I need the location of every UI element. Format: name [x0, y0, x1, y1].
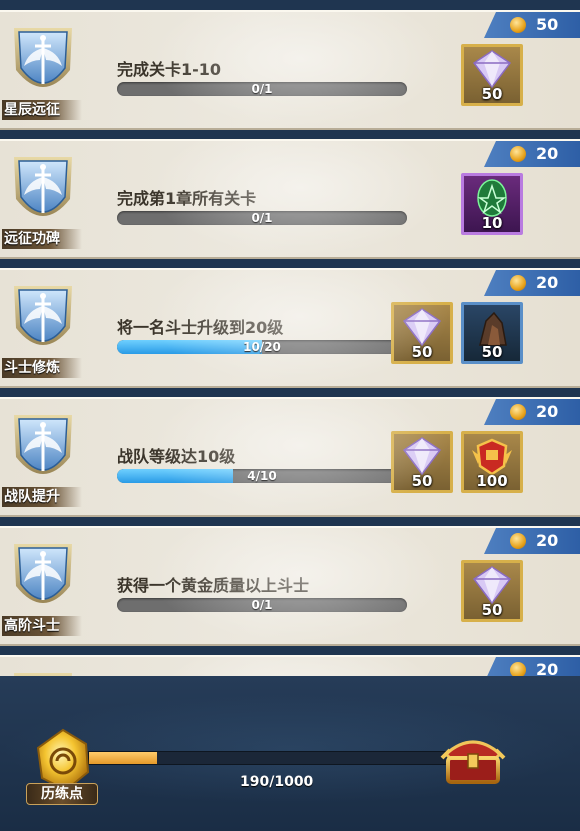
- task-title: 将一名斗士升级到20级: [117, 318, 284, 337]
- task-progress-bar: 0/1: [117, 82, 407, 96]
- category-emblem: 星辰远征: [2, 18, 84, 122]
- points-value: 20: [536, 531, 559, 550]
- reward-item[interactable]: 50: [391, 431, 453, 493]
- flame-coin-icon: [510, 17, 526, 33]
- experience-progress-fill: [89, 752, 158, 764]
- task-title: 战队等级达10级: [117, 447, 236, 466]
- category-label: 高阶斗士: [2, 616, 82, 636]
- reward-quantity: 50: [481, 85, 503, 103]
- experience-progress-bar: [88, 751, 450, 765]
- shield-wings-icon: [14, 415, 72, 474]
- task-title: 完成第1章所有关卡: [117, 189, 257, 208]
- reward-quantity: 50: [411, 472, 433, 490]
- task-card: 高阶斗士 获得一个黄金质量以上斗士 0/1 20 50: [0, 526, 580, 646]
- points-badge: 20: [484, 141, 580, 167]
- task-card: 斗士修炼 将一名斗士升级到20级 10/20 20 50 50: [0, 268, 580, 388]
- reward-item[interactable]: 10: [461, 173, 523, 235]
- task-progress-text: 0/1: [251, 598, 273, 612]
- category-label: 远征功碑: [2, 229, 82, 249]
- category-label: 斗士修炼: [2, 358, 82, 378]
- task-progress-text: 10/20: [243, 340, 281, 354]
- flame-coin-icon: [510, 533, 526, 549]
- reward-item[interactable]: 100: [461, 431, 523, 493]
- flame-coin-icon: [510, 275, 526, 291]
- task-card: 战队提升 战队等级达10级 4/10 20 50 100: [0, 397, 580, 517]
- task-progress-bar: 10/20: [117, 340, 407, 354]
- reward-item[interactable]: 50: [391, 302, 453, 364]
- task-title: 获得一个黄金质量以上斗士: [117, 576, 310, 595]
- category-emblem: 战队提升: [2, 405, 84, 509]
- task-card: 远征功碑 完成第1章所有关卡 0/1 20 10: [0, 139, 580, 259]
- points-badge: 20: [484, 399, 580, 425]
- reward-quantity: 50: [481, 601, 503, 619]
- task-progress-text: 0/1: [251, 82, 273, 96]
- points-value: 20: [536, 273, 559, 292]
- reward-quantity: 100: [476, 472, 508, 490]
- category-label: 星辰远征: [2, 100, 82, 120]
- shield-wings-icon: [14, 544, 72, 603]
- shield-wings-icon: [14, 28, 72, 87]
- task-title: 完成关卡1-10: [117, 60, 222, 79]
- category-emblem: 斗士修炼: [2, 276, 84, 380]
- reward-quantity: 50: [411, 343, 433, 361]
- shield-wings-icon: [14, 286, 72, 345]
- task-progress-bar: 0/1: [117, 598, 407, 612]
- reward-quantity: 50: [481, 343, 503, 361]
- flame-coin-icon: [510, 146, 526, 162]
- points-badge: 20: [484, 270, 580, 296]
- points-value: 50: [536, 15, 559, 34]
- category-emblem: 远征功碑: [2, 147, 84, 251]
- points-badge: 50: [484, 12, 580, 38]
- flame-coin-icon: [510, 404, 526, 420]
- task-progress-text: 0/1: [251, 211, 273, 225]
- reward-item[interactable]: 50: [461, 44, 523, 106]
- shield-wings-icon: [14, 157, 72, 216]
- task-list: 星辰远征 完成关卡1-10 0/1 50 50 远征功碑 完成第1章所有关卡 0/1 20 10 斗…: [0, 0, 580, 680]
- points-badge: 20: [484, 528, 580, 554]
- category-emblem: 高阶斗士: [2, 534, 84, 638]
- task-card: 星辰远征 完成关卡1-10 0/1 50 50: [0, 10, 580, 130]
- task-progress-bar: 4/10: [117, 469, 407, 483]
- reward-item[interactable]: 50: [461, 560, 523, 622]
- treasure-chest-icon[interactable]: [438, 728, 508, 790]
- reward-quantity: 10: [481, 214, 503, 232]
- experience-progress-text: 190/1000: [240, 774, 314, 790]
- experience-label: 历练点: [26, 783, 98, 805]
- category-label: 战队提升: [2, 487, 82, 507]
- points-value: 20: [536, 144, 559, 163]
- task-progress-text: 4/10: [247, 469, 277, 483]
- task-progress-bar: 0/1: [117, 211, 407, 225]
- reward-item[interactable]: 50: [461, 302, 523, 364]
- experience-panel: 190/1000 历练点: [0, 676, 580, 831]
- points-value: 20: [536, 402, 559, 421]
